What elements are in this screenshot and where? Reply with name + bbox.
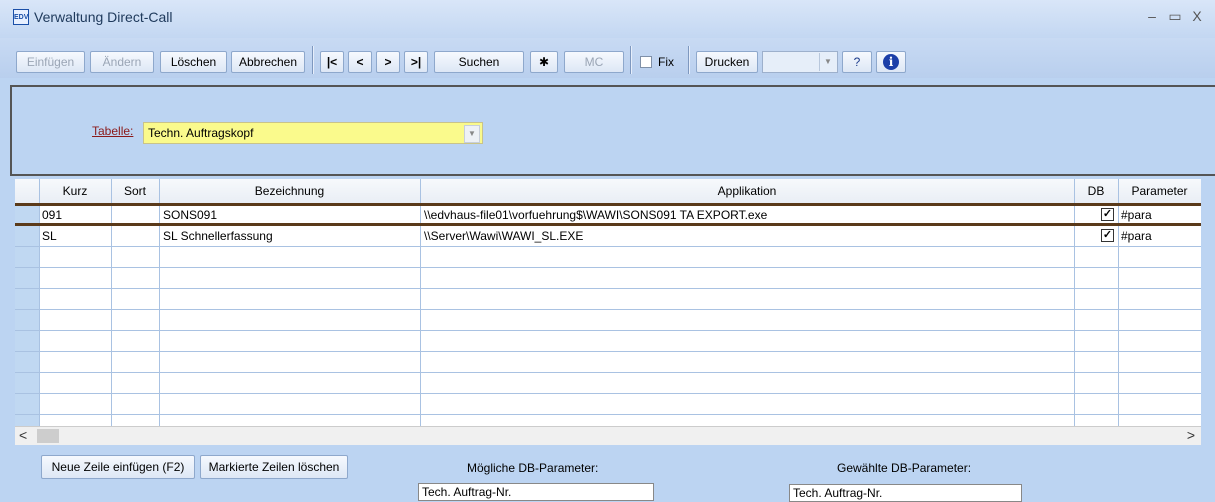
panel-border xyxy=(10,85,1215,87)
toolbar-separator xyxy=(312,46,314,74)
markierte-zeilen-loeschen-button[interactable]: Markierte Zeilen löschen xyxy=(200,455,348,479)
star-button[interactable]: ✱ xyxy=(530,51,558,73)
column-header-bezeichnung[interactable]: Bezeichnung xyxy=(159,184,420,198)
window-title: Verwaltung Direct-Call xyxy=(34,9,173,25)
empty-row[interactable] xyxy=(15,289,1201,310)
chevron-down-icon: ▼ xyxy=(819,53,836,71)
minimize-button[interactable]: – xyxy=(1143,8,1161,24)
last-record-button[interactable]: >| xyxy=(404,51,428,73)
cell-bezeichnung: SL Schnellerfassung xyxy=(163,229,273,243)
column-header-sort[interactable]: Sort xyxy=(111,184,159,198)
empty-row[interactable] xyxy=(15,394,1201,415)
chevron-down-icon: ▼ xyxy=(464,125,480,143)
toolbar-separator xyxy=(688,46,690,74)
toolbar: Einfügen Ändern Löschen Abbrechen |< < >… xyxy=(0,38,1215,78)
tabelle-value: Techn. Auftragskopf xyxy=(148,126,254,140)
aendern-button[interactable]: Ändern xyxy=(90,51,154,73)
moegliche-db-parameter-label: Mögliche DB-Parameter: xyxy=(467,461,599,475)
help-button[interactable]: ? xyxy=(842,51,872,73)
scroll-right-icon[interactable]: > xyxy=(1187,427,1195,443)
drucken-button[interactable]: Drucken xyxy=(696,51,758,73)
app-icon: EDV xyxy=(13,9,29,25)
cell-parameter[interactable]: #para xyxy=(1121,208,1152,222)
panel-border xyxy=(10,85,12,175)
empty-row[interactable] xyxy=(15,268,1201,289)
previous-record-button[interactable]: < xyxy=(348,51,372,73)
neue-zeile-button[interactable]: Neue Zeile einfügen (F2) xyxy=(41,455,195,479)
cell-applikation: \\edvhaus-file01\vorfuehrung$\WAWI\SONS0… xyxy=(424,208,768,222)
empty-row[interactable] xyxy=(15,352,1201,373)
column-header-kurz[interactable]: Kurz xyxy=(39,184,111,198)
einfuegen-button[interactable]: Einfügen xyxy=(16,51,85,73)
empty-row[interactable] xyxy=(15,247,1201,268)
print-select[interactable]: ▼ xyxy=(762,51,838,73)
table-row[interactable]: SL SL Schnellerfassung \\Server\Wawi\WAW… xyxy=(15,226,1201,247)
mc-button[interactable]: MC xyxy=(564,51,624,73)
scroll-thumb[interactable] xyxy=(37,429,59,443)
empty-row[interactable] xyxy=(15,331,1201,352)
next-record-button[interactable]: > xyxy=(376,51,400,73)
data-grid: Kurz Sort Bezeichnung Applikation DB Par… xyxy=(15,179,1201,426)
tabelle-select[interactable]: Techn. Auftragskopf ▼ xyxy=(143,122,483,144)
info-icon: i xyxy=(883,54,899,70)
suchen-button[interactable]: Suchen xyxy=(434,51,524,73)
cell-parameter[interactable]: #para xyxy=(1121,229,1152,243)
panel-border xyxy=(10,174,1215,176)
cell-bezeichnung: SONS091 xyxy=(163,208,218,222)
fix-checkbox[interactable] xyxy=(640,56,652,68)
fix-label: Fix xyxy=(658,55,674,69)
tabelle-label: Tabelle: xyxy=(92,124,134,138)
info-button[interactable]: i xyxy=(876,51,906,73)
title-bar: EDV Verwaltung Direct-Call – ▭ X xyxy=(0,0,1215,38)
grid-header: Kurz Sort Bezeichnung Applikation DB Par… xyxy=(15,179,1201,204)
first-record-button[interactable]: |< xyxy=(320,51,344,73)
moegliche-db-parameter-list[interactable]: Tech. Auftrag-Nr. xyxy=(418,483,654,501)
scroll-left-icon[interactable]: < xyxy=(19,427,27,443)
close-button[interactable]: X xyxy=(1188,8,1206,24)
column-header-db[interactable]: DB xyxy=(1074,184,1118,198)
maximize-button[interactable]: ▭ xyxy=(1166,8,1184,25)
empty-row[interactable] xyxy=(15,373,1201,394)
db-checkbox[interactable]: ✓ xyxy=(1101,229,1114,242)
gewaehlte-db-parameter-label: Gewählte DB-Parameter: xyxy=(837,461,972,475)
cell-kurz: SL xyxy=(42,229,57,243)
abbrechen-button[interactable]: Abbrechen xyxy=(231,51,305,73)
horizontal-scrollbar[interactable]: < > xyxy=(15,426,1201,445)
empty-row[interactable] xyxy=(15,310,1201,331)
db-checkbox[interactable]: ✓ xyxy=(1101,208,1114,221)
cell-kurz: 091 xyxy=(42,208,63,222)
loeschen-button[interactable]: Löschen xyxy=(160,51,227,73)
column-header-applikation[interactable]: Applikation xyxy=(420,184,1074,198)
gewaehlte-db-parameter-list[interactable]: Tech. Auftrag-Nr. xyxy=(789,484,1022,502)
toolbar-separator xyxy=(630,46,632,74)
cell-applikation: \\Server\Wawi\WAWI_SL.EXE xyxy=(424,229,584,243)
column-header-parameter[interactable]: Parameter xyxy=(1118,184,1201,198)
table-row[interactable]: 091 SONS091 \\edvhaus-file01\vorfuehrung… xyxy=(15,203,1201,226)
